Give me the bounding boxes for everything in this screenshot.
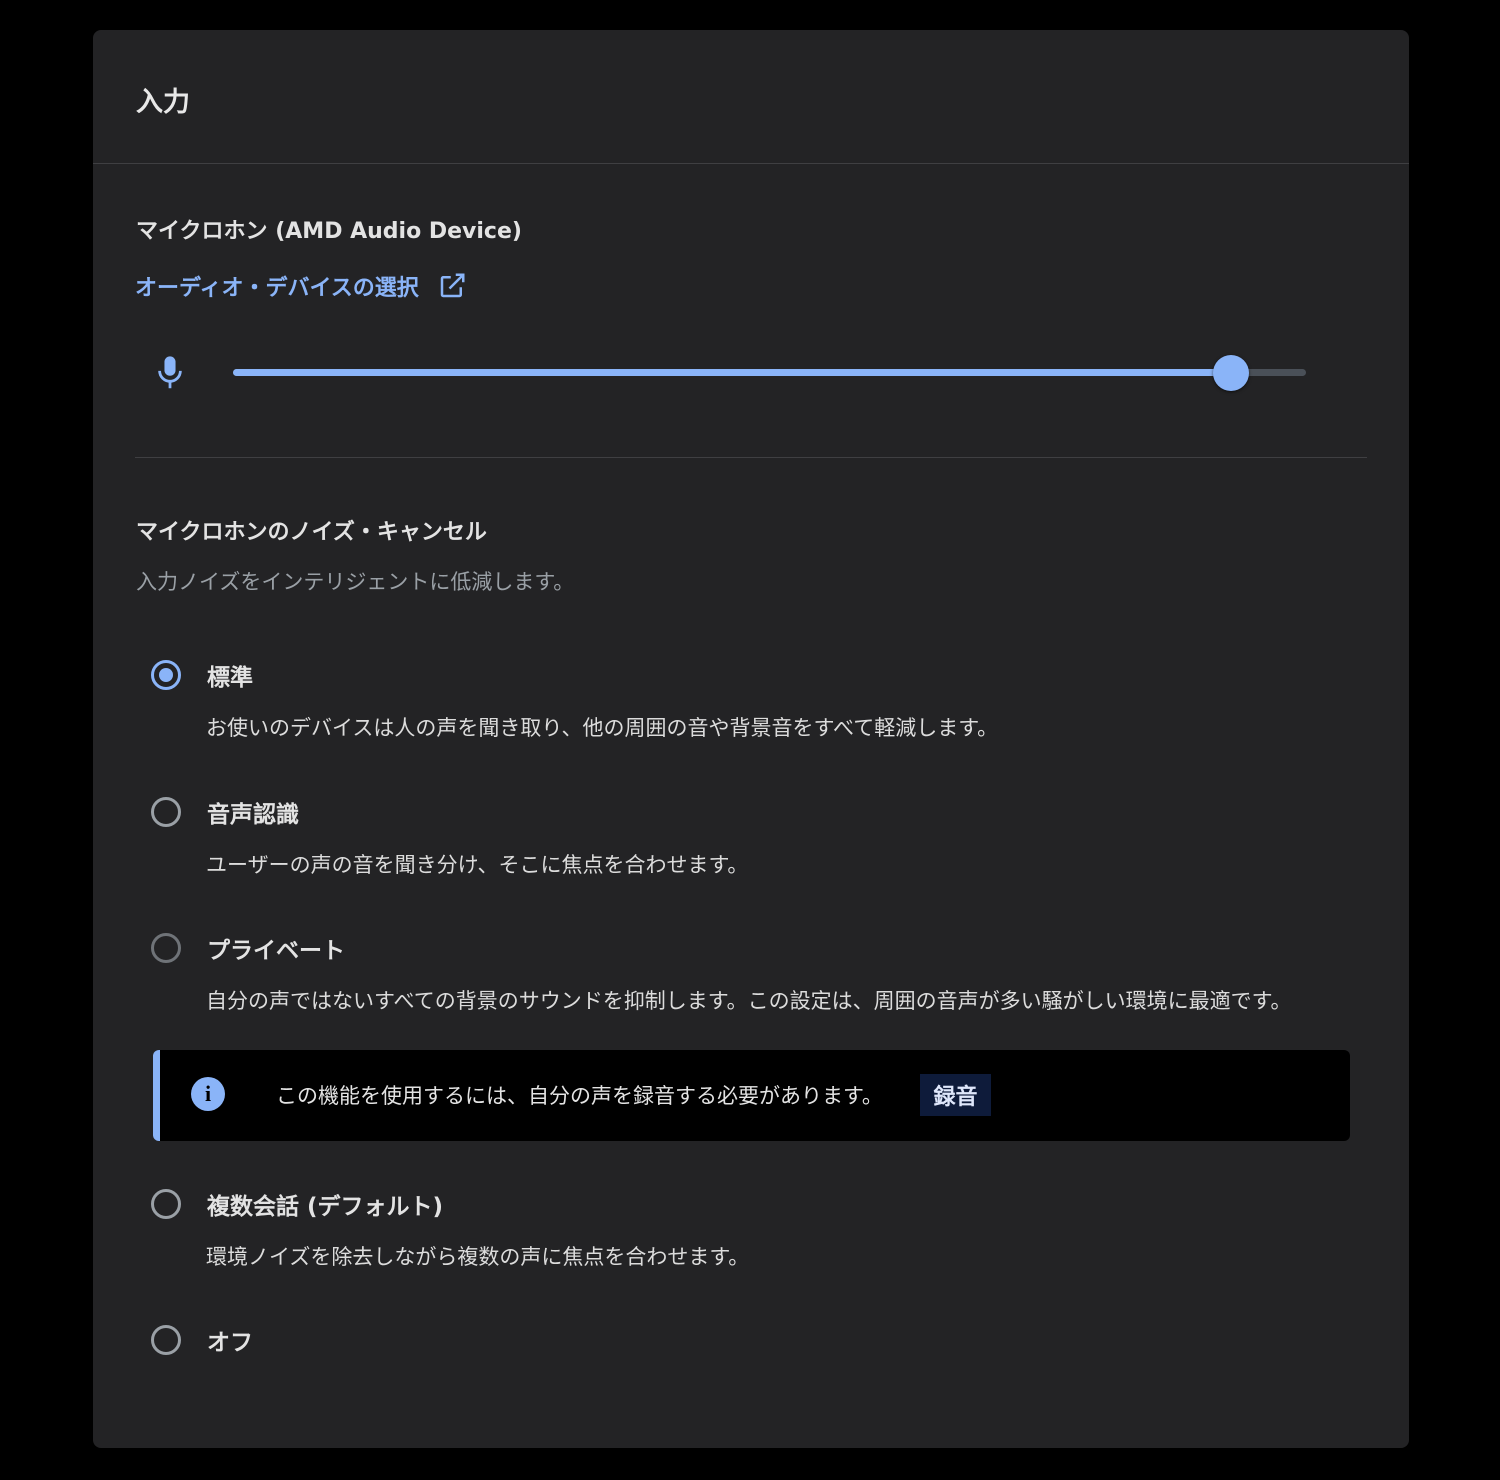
panel-header: 入力 [93, 30, 1409, 164]
input-settings-panel: 入力 マイクロホン (AMD Audio Device) オーディオ・デバイスの… [93, 30, 1409, 1448]
select-audio-device-link[interactable]: オーディオ・デバイスの選択 [135, 270, 467, 302]
option-label: オフ [207, 1330, 253, 1356]
info-icon: i [191, 1077, 225, 1111]
radio-multi-conversation[interactable] [151, 1189, 181, 1219]
radio-standard[interactable] [151, 660, 181, 690]
slider-fill [233, 369, 1231, 376]
slider-thumb[interactable] [1213, 355, 1249, 391]
select-audio-device-link-label: オーディオ・デバイスの選択 [135, 276, 419, 301]
record-button[interactable]: 録音 [920, 1074, 991, 1116]
noise-cancel-description: 入力ノイズをインテリジェントに低減します。 [136, 570, 575, 594]
notice-text: この機能を使用するには、自分の声を録音する必要があります。 [276, 1084, 883, 1108]
external-link-icon [440, 273, 465, 298]
radio-off[interactable] [151, 1325, 181, 1355]
option-description: 自分の声ではないすべての背景のサウンドを抑制します。この設定は、周囲の音声が多い… [206, 989, 1292, 1013]
option-description: ユーザーの声の音を聞き分け、そこに焦点を合わせます。 [206, 853, 749, 877]
option-label: 複数会話 (デフォルト) [207, 1194, 444, 1220]
option-label: プライベート [207, 938, 345, 964]
microphone-icon [158, 356, 182, 389]
microphone-volume-slider[interactable] [233, 355, 1306, 391]
option-description: お使いのデバイスは人の声を聞き取り、他の周囲の音や背景音をすべて軽減します。 [206, 716, 999, 740]
microphone-device-label: マイクロホン (AMD Audio Device) [136, 219, 522, 244]
section-divider [135, 457, 1367, 458]
option-label: 標準 [207, 665, 253, 691]
radio-private[interactable] [151, 933, 181, 963]
radio-voice-recognition[interactable] [151, 797, 181, 827]
noise-cancel-title: マイクロホンのノイズ・キャンセル [136, 520, 487, 545]
option-description: 環境ノイズを除去しながら複数の声に焦点を合わせます。 [206, 1245, 750, 1269]
option-label: 音声認識 [207, 802, 299, 828]
panel-title: 入力 [136, 87, 190, 118]
record-voice-notice: i この機能を使用するには、自分の声を録音する必要があります。 録音 [153, 1050, 1350, 1141]
